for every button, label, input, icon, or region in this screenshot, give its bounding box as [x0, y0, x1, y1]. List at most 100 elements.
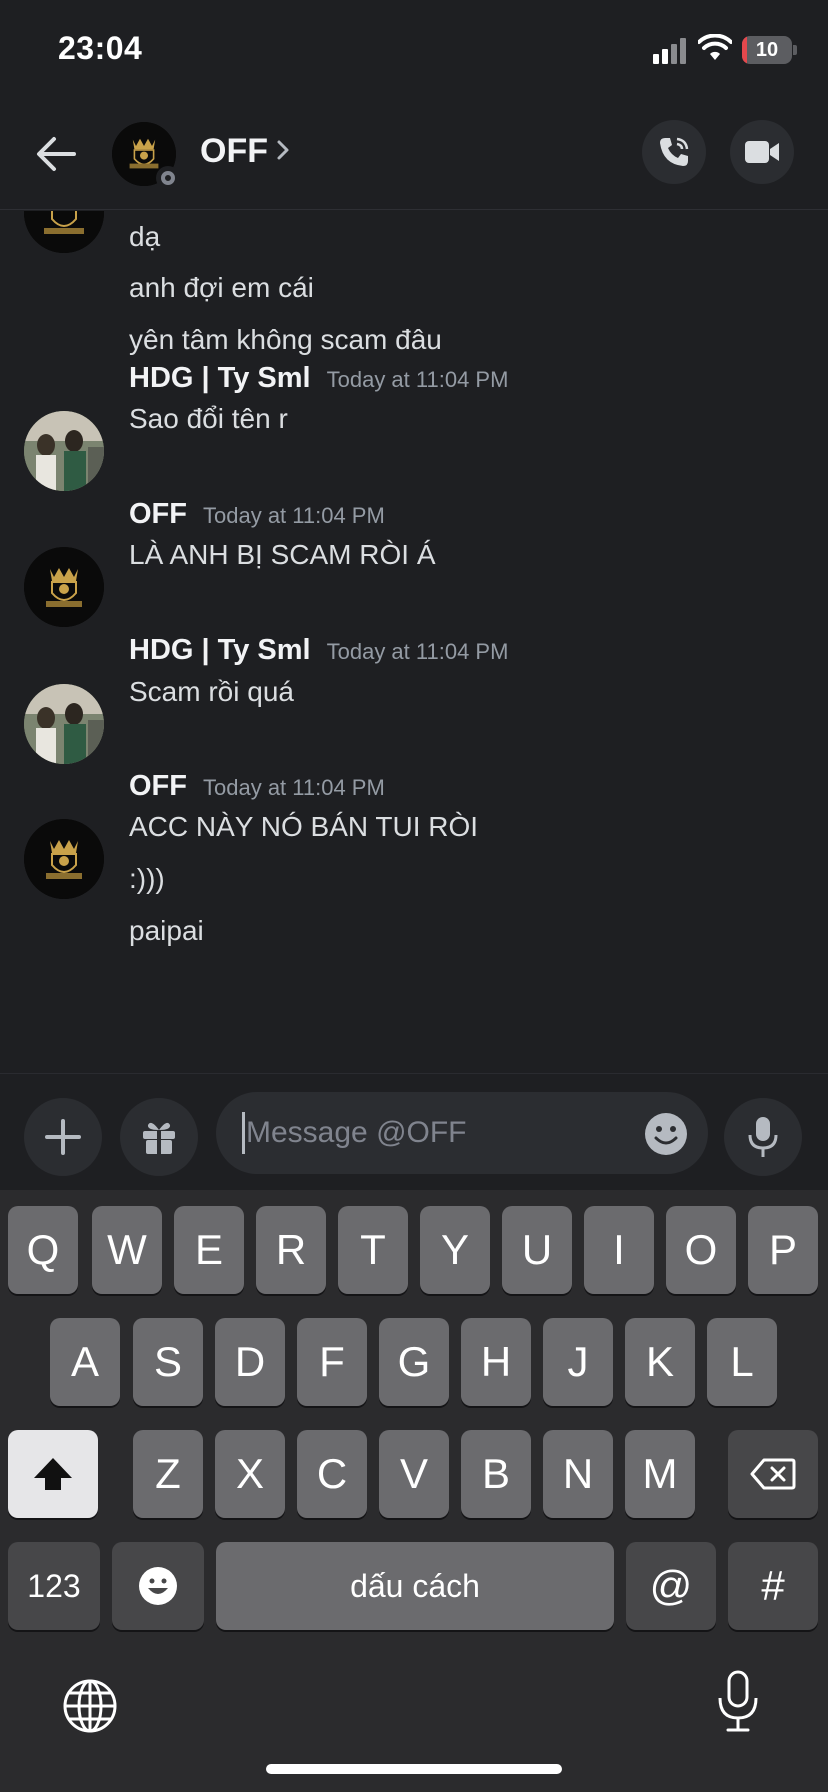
- avatar[interactable]: [24, 547, 104, 627]
- author-name[interactable]: HDG | Ty Sml: [129, 362, 311, 395]
- battery-percentage: 10: [755, 39, 779, 61]
- key-e[interactable]: E: [174, 1206, 244, 1294]
- message-text: ACC NÀY NÓ BÁN TUI RÒI: [129, 811, 479, 842]
- add-attachment-button[interactable]: [24, 1098, 102, 1176]
- key-a[interactable]: A: [50, 1318, 120, 1406]
- shift-key[interactable]: [8, 1430, 98, 1518]
- gift-button[interactable]: [120, 1098, 198, 1176]
- microphone-icon: [748, 1117, 778, 1157]
- backspace-icon: [750, 1458, 796, 1490]
- message-header: OFF Today at 11:04 PM: [129, 498, 385, 531]
- key-t[interactable]: T: [338, 1206, 408, 1294]
- video-call-button[interactable]: [730, 120, 794, 184]
- globe-icon[interactable]: [62, 1678, 118, 1734]
- numbers-key-label: 123: [27, 1567, 81, 1604]
- message-composer: Message @OFF: [0, 1073, 828, 1190]
- message-header: HDG | Ty Sml Today at 11:04 PM: [129, 362, 508, 395]
- key-r[interactable]: R: [256, 1206, 326, 1294]
- lion-king-logo-icon: [24, 211, 104, 253]
- avatar[interactable]: [24, 211, 104, 253]
- key-k[interactable]: K: [625, 1318, 695, 1406]
- key-g[interactable]: G: [379, 1318, 449, 1406]
- key-z[interactable]: Z: [133, 1430, 203, 1518]
- key-j[interactable]: J: [543, 1318, 613, 1406]
- phone-call-icon: [660, 137, 689, 166]
- message-text: Sao đổi tên r: [129, 403, 288, 434]
- dictation-microphone-icon[interactable]: [716, 1670, 760, 1734]
- message-input[interactable]: Message @OFF: [216, 1092, 708, 1174]
- shift-arrow-icon: [34, 1458, 72, 1490]
- author-name[interactable]: OFF: [129, 498, 187, 531]
- key-y[interactable]: Y: [420, 1206, 490, 1294]
- lion-king-logo-icon: [24, 547, 104, 627]
- message-input-placeholder: Message @OFF: [246, 1116, 467, 1149]
- key-n[interactable]: N: [543, 1430, 613, 1518]
- emoji-icon[interactable]: [644, 1112, 688, 1156]
- video-camera-icon: [745, 141, 779, 163]
- key-f[interactable]: F: [297, 1318, 367, 1406]
- author-name[interactable]: HDG | Ty Sml: [129, 634, 311, 667]
- space-key[interactable]: dấu cách: [216, 1542, 614, 1630]
- key-p[interactable]: P: [748, 1206, 818, 1294]
- key-q[interactable]: Q: [8, 1206, 78, 1294]
- key-w[interactable]: W: [92, 1206, 162, 1294]
- status-time: 23:04: [58, 30, 143, 66]
- channel-title[interactable]: OFF: [200, 132, 268, 171]
- home-indicator: [266, 1764, 562, 1774]
- message-text: Scam rồi quá: [129, 676, 294, 707]
- onscreen-keyboard: Q W E R T Y U I O P A S D F G H J K L Z …: [0, 1190, 828, 1792]
- channel-header: OFF: [0, 100, 828, 210]
- author-name[interactable]: OFF: [129, 770, 187, 803]
- hash-key[interactable]: #: [728, 1542, 818, 1630]
- key-l[interactable]: L: [707, 1318, 777, 1406]
- emoji-icon: [139, 1567, 177, 1605]
- status-bar: 23:04 10: [0, 0, 828, 100]
- message-text: dạ: [129, 221, 161, 252]
- key-o[interactable]: O: [666, 1206, 736, 1294]
- timestamp: Today at 11:04 PM: [203, 775, 385, 800]
- at-key[interactable]: @: [626, 1542, 716, 1630]
- voice-message-button[interactable]: [724, 1098, 802, 1176]
- avatar[interactable]: [24, 684, 104, 764]
- message-header: HDG | Ty Sml Today at 11:04 PM: [129, 634, 508, 667]
- chevron-right-icon[interactable]: [276, 138, 290, 162]
- message-text: paipai: [129, 915, 204, 946]
- offline-status-icon: [156, 166, 180, 190]
- avatar[interactable]: [24, 411, 104, 491]
- wifi-icon: [698, 34, 732, 60]
- message-text: yên tâm không scam đâu: [129, 324, 442, 355]
- message-list[interactable]: dạ anh đợi em cái yên tâm không scam đâu…: [0, 211, 828, 1073]
- battery-icon: 10: [742, 36, 792, 64]
- voice-call-button[interactable]: [642, 120, 706, 184]
- space-key-label: dấu cách: [350, 1567, 480, 1604]
- key-c[interactable]: C: [297, 1430, 367, 1518]
- header-avatar[interactable]: [112, 122, 180, 190]
- key-u[interactable]: U: [502, 1206, 572, 1294]
- key-s[interactable]: S: [133, 1318, 203, 1406]
- timestamp: Today at 11:04 PM: [326, 639, 509, 664]
- key-m[interactable]: M: [625, 1430, 695, 1518]
- cellular-signal-icon: [653, 38, 687, 64]
- lion-king-logo-icon: [24, 819, 104, 899]
- message-text: anh đợi em cái: [129, 272, 314, 303]
- timestamp: Today at 11:04 PM: [203, 503, 385, 528]
- message-text: :))): [129, 863, 165, 894]
- plus-icon: [45, 1119, 81, 1155]
- message-text: LÀ ANH BỊ SCAM RÒI Á: [129, 539, 436, 570]
- emoji-keyboard-key[interactable]: [112, 1542, 204, 1630]
- delete-key[interactable]: [728, 1430, 818, 1518]
- key-h[interactable]: H: [461, 1318, 531, 1406]
- key-d[interactable]: D: [215, 1318, 285, 1406]
- avatar[interactable]: [24, 819, 104, 899]
- key-b[interactable]: B: [461, 1430, 531, 1518]
- user-photo-icon: [24, 684, 104, 764]
- message-header: OFF Today at 11:04 PM: [129, 770, 385, 803]
- numbers-key[interactable]: 123: [8, 1542, 100, 1630]
- gift-icon: [143, 1122, 175, 1154]
- timestamp: Today at 11:04 PM: [326, 367, 509, 392]
- key-i[interactable]: I: [584, 1206, 654, 1294]
- battery-nub: [793, 45, 797, 55]
- back-button[interactable]: [30, 128, 82, 180]
- key-v[interactable]: V: [379, 1430, 449, 1518]
- key-x[interactable]: X: [215, 1430, 285, 1518]
